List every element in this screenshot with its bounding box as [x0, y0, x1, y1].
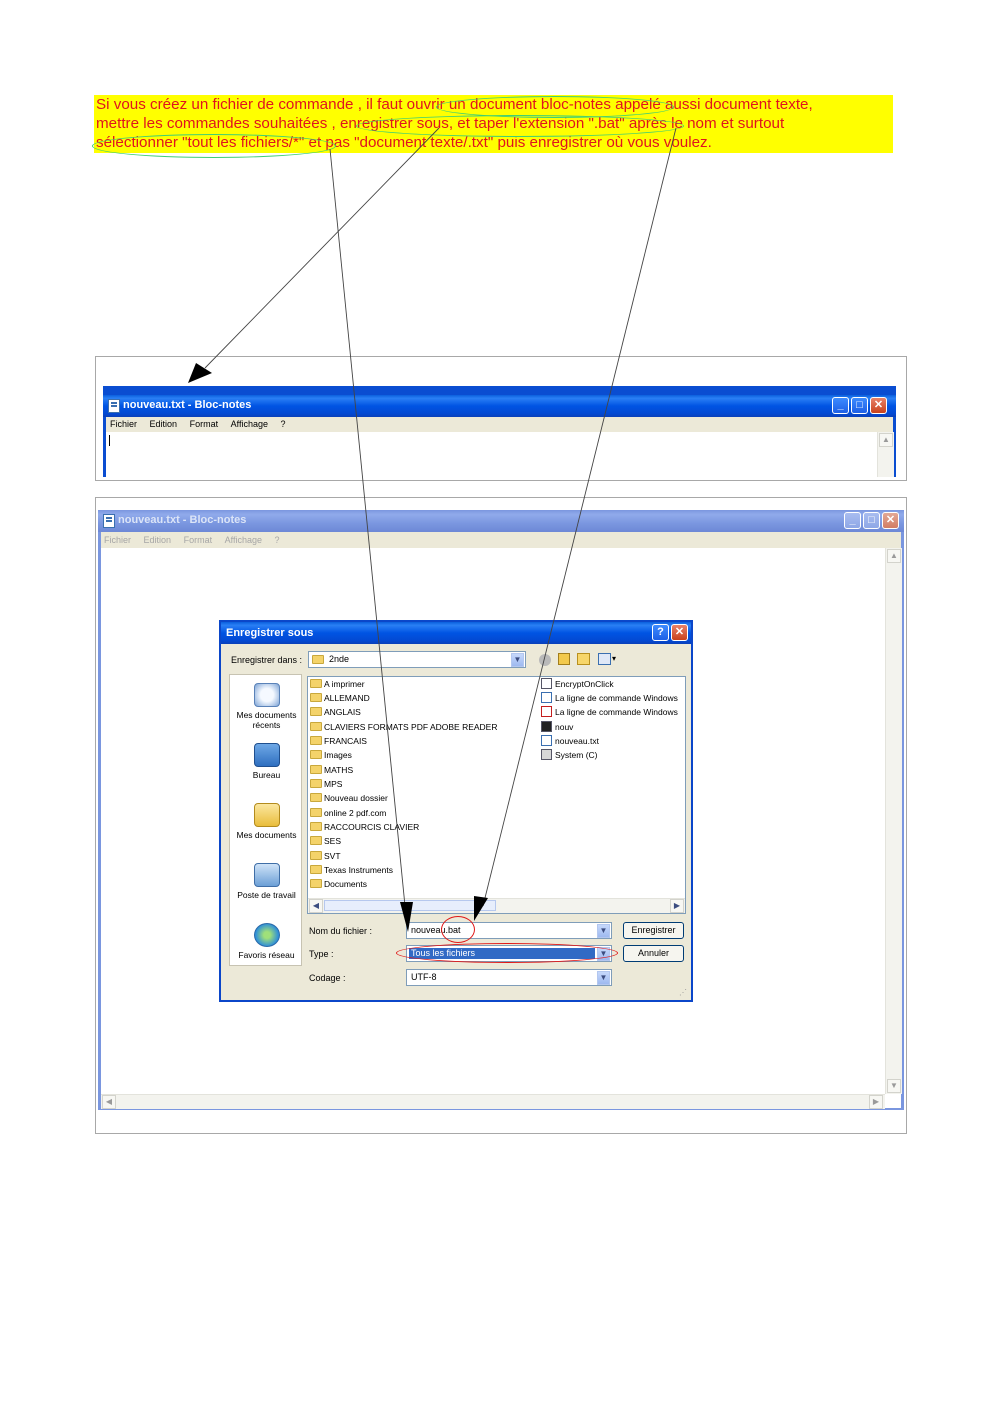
arrowhead-filename: [474, 896, 488, 921]
arrow-to-type-field: [329, 148, 407, 917]
arrowhead-type: [400, 902, 413, 932]
arrow-to-filename-field: [482, 127, 677, 907]
arrow-to-notepad: [204, 127, 440, 369]
arrowhead-notepad: [188, 363, 212, 383]
annotation-arrows: [188, 127, 677, 932]
